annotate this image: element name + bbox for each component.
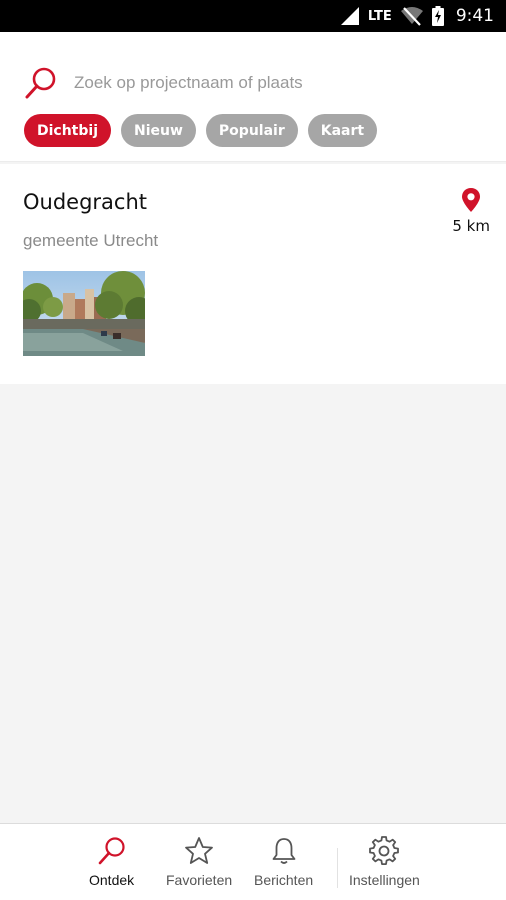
filter-chips: Dichtbij Nieuw Populair Kaart [24,114,378,147]
filter-chip-kaart[interactable]: Kaart [307,114,378,147]
nav-label-favorieten: Favorieten [166,872,233,888]
search-icon [98,837,125,865]
status-bar: LTE 9:41 [0,0,506,32]
bell-icon [272,838,295,864]
network-type-label: LTE [367,8,392,24]
star-icon [185,837,213,864]
search-bar[interactable] [24,66,484,100]
nav-item-instellingen[interactable]: Instellingen [349,836,420,888]
filter-chip-dichtbij[interactable]: Dichtbij [24,114,111,147]
distance-label: 5 km [452,217,490,235]
nav-label-instellingen: Instellingen [349,872,420,888]
distance-indicator: 5 km [452,188,490,235]
search-icon [25,67,56,99]
filter-chip-populair[interactable]: Populair [205,114,298,147]
project-municipality: gemeente Utrecht [23,231,159,250]
location-pin-icon [462,188,481,212]
search-header: Dichtbij Nieuw Populair Kaart [0,32,506,162]
nav-divider [337,848,338,888]
nav-label-berichten: Berichten [254,872,314,888]
project-title: Oudegracht [23,190,148,214]
project-thumbnail[interactable] [23,271,145,356]
filter-chip-nieuw[interactable]: Nieuw [121,114,196,147]
canal-photo [23,271,145,356]
nav-item-berichten[interactable]: Berichten [254,836,313,888]
clock: 9:41 [455,6,494,26]
bottom-navigation: Ontdek Favorieten Berichten Instellingen [0,823,506,900]
search-input[interactable] [74,73,474,93]
wifi-off-icon [400,7,423,26]
battery-charging-icon [431,6,444,26]
project-card[interactable]: Oudegracht gemeente Utrecht 5 km [0,164,506,384]
nav-item-favorieten[interactable]: Favorieten [166,836,232,888]
nav-label-ontdek: Ontdek [89,872,135,888]
gear-icon [369,836,400,865]
nav-item-ontdek[interactable]: Ontdek [89,836,134,888]
signal-icon [340,7,359,25]
